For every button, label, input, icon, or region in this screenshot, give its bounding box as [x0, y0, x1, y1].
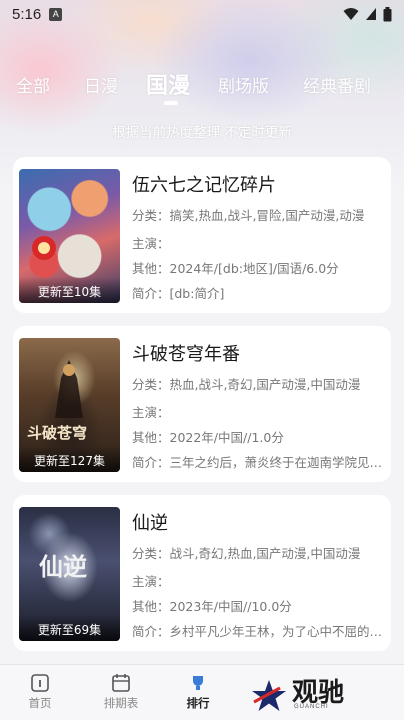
tab-theatrical[interactable]: 剧场版 [218, 72, 269, 97]
nav-ranking[interactable]: 排行 [168, 673, 228, 711]
tab-japanese-anime[interactable]: 日漫 [84, 72, 118, 97]
nav-home-label: 首页 [28, 696, 52, 710]
tab-classic-series[interactable]: 经典番剧 [303, 72, 371, 97]
card-title: 仙逆 [132, 513, 168, 534]
card-title: 斗破苍穹年番 [132, 344, 240, 365]
watermark-sub: GUANCHI [294, 704, 329, 710]
card-other-info: 其他：2023年/中国//10.0分 [132, 599, 292, 614]
nav-schedule[interactable]: 排期表 [91, 673, 151, 711]
poster-figure-icon [55, 360, 83, 418]
poster-image: 更新至10集 [19, 169, 120, 303]
status-bar: 5:16 A [0, 0, 404, 28]
status-time: 5:16 [12, 5, 42, 23]
active-tab-indicator [164, 101, 178, 105]
card-genre: 分类：搞笑,热血,战斗,冒险,国产动漫,动漫 [132, 208, 365, 223]
status-indicators [343, 6, 392, 22]
poster-logo-icon [32, 236, 56, 260]
card-cast: 主演： [132, 574, 170, 589]
card-other-info: 其他：2022年/中国//1.0分 [132, 430, 284, 445]
episode-count-label: 更新至69集 [19, 615, 120, 641]
card-other-info: 其他：2024年/[db:地区]/国语/6.0分 [132, 261, 339, 276]
ranking-icon [193, 676, 203, 690]
card-intro: 简介：[db:简介] [132, 286, 225, 301]
wifi-icon [343, 8, 359, 20]
poster-image: 斗破苍穹 更新至127集 [19, 338, 120, 472]
poster-title-text: 仙逆 [39, 552, 87, 581]
card-genre: 分类：战斗,奇幻,热血,国产动漫,中国动漫 [132, 546, 361, 561]
card-intro: 简介：三年之约后，萧炎终于在迦南学院见到了 [132, 455, 384, 470]
star-logo-icon [252, 680, 286, 711]
poster-title-text: 斗破苍穹 [27, 424, 88, 442]
card-genre: 分类：热血,战斗,奇幻,国产动漫,中国动漫 [132, 377, 361, 392]
card-intro: 简介：乡村平凡少年王林，为了心中不屈的执念 [132, 624, 384, 639]
anime-card[interactable]: 斗破苍穹 更新至127集 斗破苍穹年番 分类：热血,战斗,奇幻,国产动漫,中国动… [13, 326, 391, 482]
tab-all[interactable]: 全部 [16, 72, 50, 97]
anime-card[interactable]: 仙逆 更新至69集 仙逆 分类：战斗,奇幻,热血,国产动漫,中国动漫 主演： 其… [13, 495, 391, 651]
episode-count-label: 更新至10集 [19, 277, 120, 303]
card-cast: 主演： [132, 405, 170, 420]
anime-card[interactable]: 更新至10集 伍六七之记忆碎片 分类：搞笑,热血,战斗,冒险,国产动漫,动漫 主… [13, 157, 391, 313]
watermark-logo: 观驰 GUANCHI [246, 672, 366, 716]
list-subtitle: 根据当前热度整理 不定时更新 [112, 125, 292, 141]
calendar-icon [112, 674, 130, 692]
category-tabs: 全部 日漫 国漫 剧场版 经典番剧 [0, 62, 404, 106]
nav-ranking-label: 排行 [186, 696, 210, 710]
poster-image: 仙逆 更新至69集 [19, 507, 120, 641]
battery-icon [383, 6, 392, 21]
nav-home[interactable]: 首页 [10, 673, 70, 711]
notification-badge-icon: A [49, 7, 63, 21]
signal-icon [366, 8, 376, 20]
card-cast: 主演： [132, 236, 170, 251]
card-title: 伍六七之记忆碎片 [132, 175, 276, 196]
episode-count-label: 更新至127集 [19, 446, 120, 472]
tab-chinese-anime[interactable]: 国漫 [146, 68, 190, 100]
nav-schedule-label: 排期表 [103, 696, 139, 710]
home-icon [31, 674, 49, 692]
